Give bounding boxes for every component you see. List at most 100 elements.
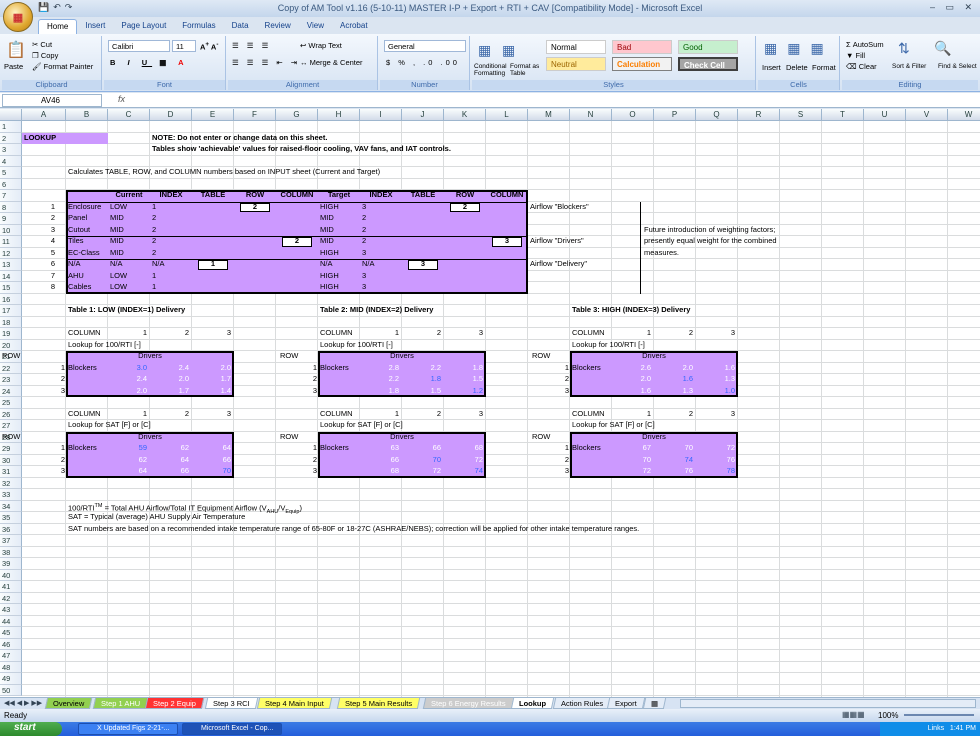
number-format-icons[interactable]: $ % , .0 .00 — [386, 58, 460, 67]
format-as-table-icon[interactable]: ▦ — [502, 42, 515, 59]
font-style-buttons[interactable]: B I U ▦ A — [110, 58, 189, 67]
column-header[interactable]: E — [192, 109, 234, 121]
row-header[interactable]: 49 — [0, 673, 22, 685]
row-header[interactable]: 12 — [0, 247, 22, 259]
view-buttons[interactable]: ▦▦▦ — [842, 710, 865, 719]
sheet-nav-arrows[interactable]: ◀◀ ◀ ▶ ▶▶ — [4, 699, 42, 707]
row-header[interactable]: 26 — [0, 408, 22, 420]
row-header[interactable]: 43 — [0, 604, 22, 616]
row-header[interactable]: 31 — [0, 466, 22, 478]
row-header[interactable]: 38 — [0, 546, 22, 558]
column-header[interactable]: J — [402, 109, 444, 121]
row-header[interactable]: 3 — [0, 144, 22, 156]
office-button[interactable]: ▦ — [3, 2, 33, 32]
horizontal-scrollbar[interactable] — [680, 699, 976, 708]
autosum-button[interactable]: Σ AutoSum — [846, 40, 884, 49]
column-header[interactable]: K — [444, 109, 486, 121]
row-header[interactable]: 30 — [0, 454, 22, 466]
row-header[interactable]: 46 — [0, 638, 22, 650]
tab-formulas[interactable]: Formulas — [174, 19, 223, 35]
column-header[interactable]: U — [864, 109, 906, 121]
column-header[interactable]: C — [108, 109, 150, 121]
tab-page-layout[interactable]: Page Layout — [113, 19, 174, 35]
column-header[interactable]: V — [906, 109, 948, 121]
column-header[interactable]: Q — [696, 109, 738, 121]
row-header[interactable]: 35 — [0, 512, 22, 524]
column-header[interactable]: A — [22, 109, 66, 121]
tab-acrobat[interactable]: Acrobat — [332, 19, 376, 35]
select-all-corner[interactable] — [0, 109, 22, 121]
column-header[interactable]: S — [780, 109, 822, 121]
column-header[interactable]: N — [570, 109, 612, 121]
row-header[interactable]: 29 — [0, 443, 22, 455]
style-neutral[interactable]: Neutral — [546, 57, 606, 71]
row-header[interactable]: 6 — [0, 178, 22, 190]
row-header[interactable]: 13 — [0, 259, 22, 271]
number-format-select[interactable]: General — [384, 40, 466, 52]
column-header[interactable]: M — [528, 109, 570, 121]
sheet-tab-overview[interactable]: Overview — [44, 698, 93, 709]
column-header[interactable]: D — [150, 109, 192, 121]
row-header[interactable]: 45 — [0, 627, 22, 639]
row-header[interactable]: 50 — [0, 684, 22, 696]
column-header[interactable]: R — [738, 109, 780, 121]
sort-filter-icon[interactable]: ⇅ — [898, 40, 910, 57]
row-header[interactable]: 18 — [0, 316, 22, 328]
column-header[interactable]: G — [276, 109, 318, 121]
row-header[interactable]: 32 — [0, 477, 22, 489]
sheet-tab-step5[interactable]: Step 5 Main Results — [336, 698, 421, 709]
column-header[interactable]: B — [66, 109, 108, 121]
format-as-table-button[interactable]: Format as Table — [510, 63, 540, 77]
row-header[interactable]: 15 — [0, 282, 22, 294]
font-name-select[interactable]: Calibri — [108, 40, 170, 52]
zoom-slider[interactable] — [904, 714, 974, 716]
row-header[interactable]: 11 — [0, 236, 22, 248]
style-check-cell[interactable]: Check Cell — [678, 57, 738, 71]
row-header[interactable]: 5 — [0, 167, 22, 179]
row-header[interactable]: 47 — [0, 650, 22, 662]
tab-home[interactable]: Home — [38, 19, 78, 35]
copy-button[interactable]: ❐ Copy — [32, 51, 58, 60]
fill-button[interactable]: ▼ Fill — [846, 51, 865, 60]
row-header[interactable]: 23 — [0, 374, 22, 386]
column-header[interactable]: W — [948, 109, 980, 121]
row-header[interactable]: 1 — [0, 121, 22, 133]
conditional-formatting-icon[interactable]: ▦ — [478, 42, 491, 59]
row-header[interactable]: 44 — [0, 615, 22, 627]
font-size-select[interactable]: 11 — [172, 40, 196, 52]
cut-button[interactable]: ✂ Cut — [32, 40, 52, 49]
spreadsheet-grid[interactable]: ABCDEFGHIJKLMNOPQRSTUVWX1234567891011121… — [0, 109, 980, 697]
find-select-button[interactable]: Find & Select — [938, 63, 977, 70]
row-header[interactable]: 9 — [0, 213, 22, 225]
align-icons[interactable]: ☰ ☰ ☰ — [232, 41, 271, 50]
row-header[interactable]: 34 — [0, 500, 22, 512]
insert-cells-button[interactable]: Insert — [762, 63, 781, 72]
clear-button[interactable]: ⌫ Clear — [846, 62, 877, 71]
row-header[interactable]: 16 — [0, 293, 22, 305]
row-header[interactable]: 7 — [0, 190, 22, 202]
column-header[interactable]: F — [234, 109, 276, 121]
row-header[interactable]: 41 — [0, 581, 22, 593]
find-select-icon[interactable]: 🔍 — [934, 40, 951, 57]
format-painter-button[interactable]: 🖌 Format Painter — [32, 62, 93, 71]
row-header[interactable]: 33 — [0, 489, 22, 501]
column-header[interactable]: H — [318, 109, 360, 121]
conditional-formatting-button[interactable]: Conditional Formatting — [474, 63, 514, 77]
window-controls[interactable]: – ▭ ✕ — [930, 2, 976, 13]
tab-insert[interactable]: Insert — [77, 19, 113, 35]
row-header[interactable]: 2 — [0, 132, 22, 144]
column-header[interactable]: I — [360, 109, 402, 121]
style-bad[interactable]: Bad — [612, 40, 672, 54]
row-header[interactable]: 20 — [0, 339, 22, 351]
row-header[interactable]: 19 — [0, 328, 22, 340]
sheet-tab-action-rules[interactable]: Action Rules — [552, 698, 612, 709]
fx-icon[interactable]: fx — [118, 94, 125, 104]
row-header[interactable]: 27 — [0, 420, 22, 432]
style-good[interactable]: Good — [678, 40, 738, 54]
format-cells-button[interactable]: Format — [812, 63, 836, 72]
tab-review[interactable]: Review — [257, 19, 299, 35]
sheet-tab-step1[interactable]: Step 1 AHU — [92, 698, 149, 709]
column-header[interactable]: O — [612, 109, 654, 121]
row-header[interactable]: 42 — [0, 592, 22, 604]
row-header[interactable]: 25 — [0, 397, 22, 409]
